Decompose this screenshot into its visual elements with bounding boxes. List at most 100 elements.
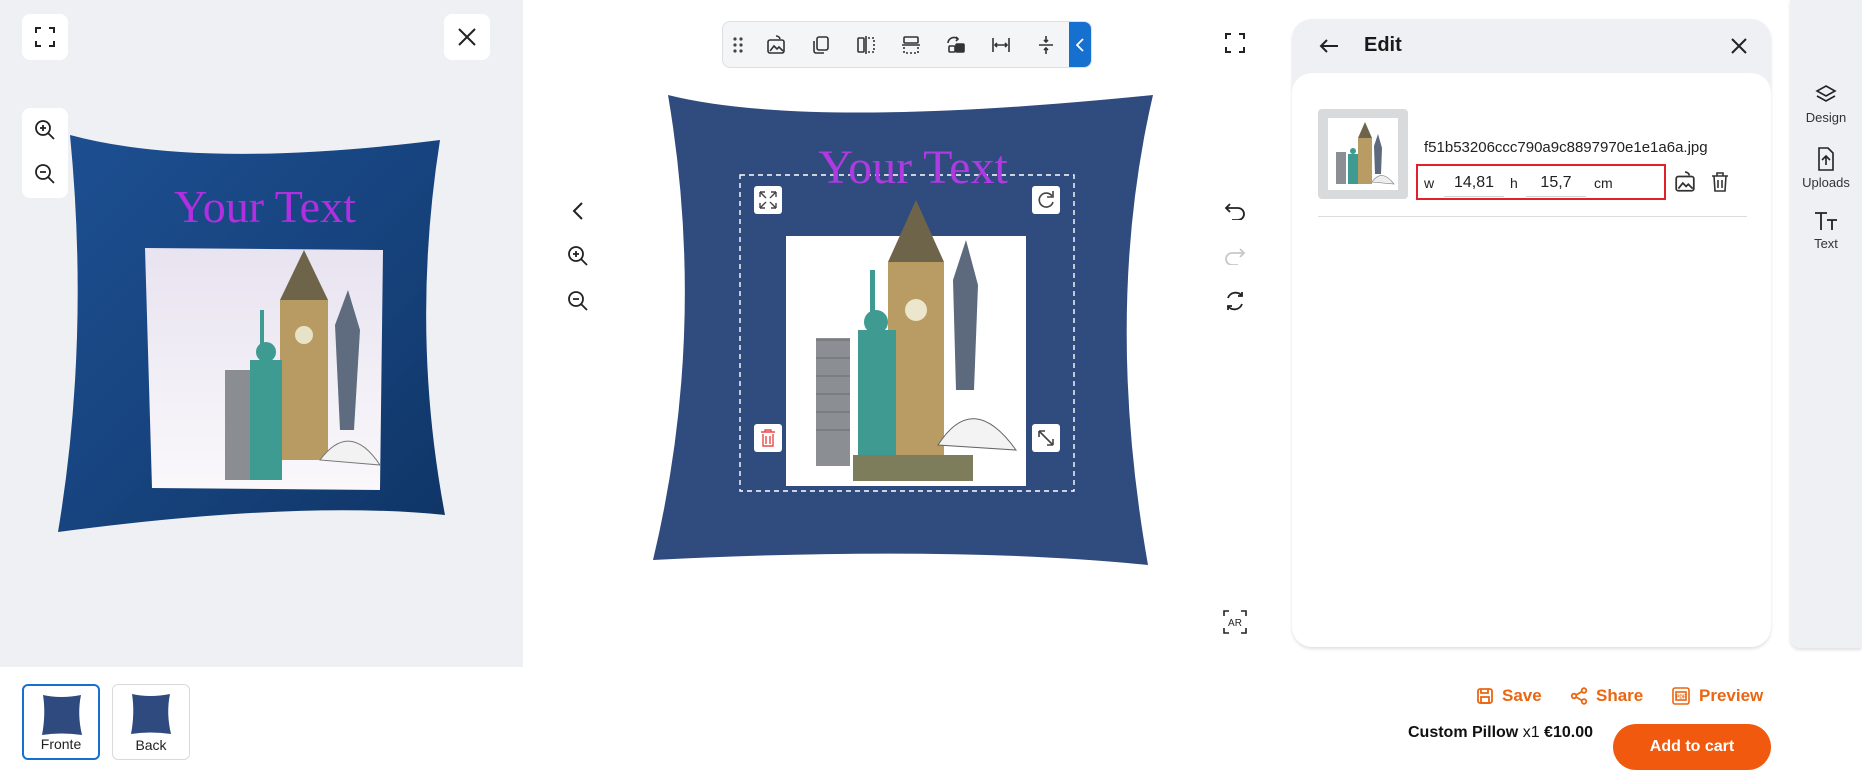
stretch-horizontal-icon <box>991 37 1010 52</box>
resize-handle-topleft[interactable] <box>754 186 782 214</box>
upload-icon <box>1818 147 1834 171</box>
product-name: Custom Pillow <box>1408 724 1519 741</box>
layer-order-button[interactable] <box>933 22 978 67</box>
previous-side-button[interactable] <box>556 189 600 233</box>
redo-button[interactable] <box>1213 234 1257 278</box>
delete-image-button[interactable] <box>1707 169 1733 195</box>
canvas-zoom-out-button[interactable] <box>556 279 600 323</box>
svg-text:PDF: PDF <box>1676 695 1686 701</box>
replace-image-icon <box>766 34 785 54</box>
preview-button[interactable]: PDF Preview <box>1671 684 1763 708</box>
save-icon <box>1477 688 1493 704</box>
undo-button[interactable] <box>1213 189 1257 233</box>
replace-image-button[interactable] <box>753 22 798 67</box>
element-toolbar <box>722 21 1092 68</box>
delete-handle[interactable] <box>754 424 782 452</box>
fullscreen-icon <box>1225 33 1245 53</box>
zoom-in-icon <box>568 246 588 266</box>
share-button[interactable]: Share <box>1570 684 1643 708</box>
toolbar-drag-handle[interactable] <box>723 22 753 67</box>
trash-icon <box>1712 172 1728 192</box>
back-button[interactable] <box>1314 31 1344 61</box>
flip-horizontal-icon <box>856 35 875 54</box>
rail-item-label: Design <box>1805 110 1847 125</box>
rail-item-label: Text <box>1814 236 1838 251</box>
side-label: Back <box>135 737 167 753</box>
edit-panel-title: Edit <box>1364 34 1402 56</box>
divider <box>1318 216 1747 217</box>
rail-item-uploads[interactable]: Uploads <box>1790 147 1862 190</box>
stretch-horizontal-button[interactable] <box>978 22 1023 67</box>
replace-image-icon <box>1675 171 1695 192</box>
save-label: Save <box>1502 686 1542 705</box>
arrow-left-icon <box>1319 39 1338 53</box>
close-icon <box>1731 38 1747 54</box>
undo-icon <box>1224 203 1245 220</box>
stretch-vertical-icon <box>1038 35 1053 54</box>
height-label: h <box>1510 175 1518 191</box>
unit-label: cm <box>1594 175 1613 191</box>
flip-vertical-button[interactable] <box>888 22 933 67</box>
product-price: €10.00 <box>1544 724 1593 741</box>
dimensions-box: w 14,81 h 15,7 cm <box>1416 164 1666 200</box>
ar-icon: AR <box>1223 610 1247 634</box>
replace-image-button[interactable] <box>1672 169 1698 195</box>
image-thumbnail[interactable] <box>1318 109 1408 199</box>
close-icon <box>458 28 476 46</box>
pillow-3d-preview[interactable]: Your Text <box>50 130 450 540</box>
duplicate-button[interactable] <box>798 22 843 67</box>
layers-icon <box>1815 85 1837 102</box>
side-thumbnail-front[interactable]: Fronte <box>22 684 100 760</box>
preview-3d-panel: Your Text <box>0 0 523 667</box>
rotate-handle[interactable] <box>1032 186 1060 214</box>
rail-item-design[interactable]: Design <box>1790 84 1862 125</box>
pillow-thumbnail <box>42 695 82 735</box>
product-quantity: x1 <box>1522 724 1540 741</box>
price-summary: Custom Pillow x1 €10.00 <box>1408 724 1593 742</box>
scale-handle[interactable] <box>1032 424 1060 452</box>
drag-handle-icon <box>733 36 743 53</box>
fullscreen-button[interactable] <box>22 14 68 60</box>
canvas-zoom-in-button[interactable] <box>556 234 600 278</box>
width-label: w <box>1424 175 1435 191</box>
ar-view-button[interactable]: AR <box>1213 600 1257 644</box>
flip-horizontal-button[interactable] <box>843 22 888 67</box>
toolbar-collapse-button[interactable] <box>1069 22 1091 67</box>
pillow-thumbnail <box>131 694 171 734</box>
canvas-fullscreen-button[interactable] <box>1213 21 1257 65</box>
edit-panel: Edit f51b53206ccc790a9c8897970e1e1a6a.jp… <box>1292 19 1771 647</box>
zoom-out-icon <box>568 291 588 311</box>
duplicate-icon <box>812 35 829 54</box>
side-label: Fronte <box>40 736 82 752</box>
uploaded-image[interactable] <box>786 200 1026 486</box>
share-icon <box>1570 687 1588 705</box>
width-input[interactable]: 14,81 <box>1444 170 1504 197</box>
rail-item-label: Uploads <box>1802 175 1850 190</box>
flip-vertical-icon <box>901 35 920 54</box>
save-button[interactable]: Save <box>1476 684 1542 708</box>
add-to-cart-button[interactable]: Add to cart <box>1613 724 1771 770</box>
preview-label: Preview <box>1699 686 1764 705</box>
close-preview-button[interactable] <box>444 14 490 60</box>
rail-item-text[interactable]: Text <box>1790 210 1862 251</box>
chevron-left-icon <box>1076 37 1084 52</box>
stretch-vertical-button[interactable] <box>1023 22 1068 67</box>
image-filename: f51b53206ccc790a9c8897970e1e1a6a.jpg <box>1424 139 1708 156</box>
pillow-canvas[interactable]: Your Text <box>648 90 1158 570</box>
height-input[interactable]: 15,7 <box>1526 170 1586 197</box>
text-icon <box>1815 212 1837 230</box>
close-edit-button[interactable] <box>1724 31 1754 61</box>
share-label: Share <box>1596 686 1644 705</box>
edit-panel-body: f51b53206ccc790a9c8897970e1e1a6a.jpg w 1… <box>1292 73 1771 647</box>
thumbnail-image <box>1336 122 1395 185</box>
layer-order-icon <box>946 35 965 53</box>
design-text[interactable]: Your Text <box>818 141 1008 194</box>
pdf-icon: PDF <box>1672 687 1690 705</box>
svg-text:AR: AR <box>1228 618 1242 629</box>
refresh-icon <box>1227 291 1243 311</box>
side-thumbnail-back[interactable]: Back <box>112 684 190 760</box>
redo-icon <box>1225 248 1246 265</box>
tool-rail: Design Uploads Text <box>1790 0 1862 648</box>
chevron-left-icon <box>572 202 583 220</box>
reset-button[interactable] <box>1213 279 1257 323</box>
